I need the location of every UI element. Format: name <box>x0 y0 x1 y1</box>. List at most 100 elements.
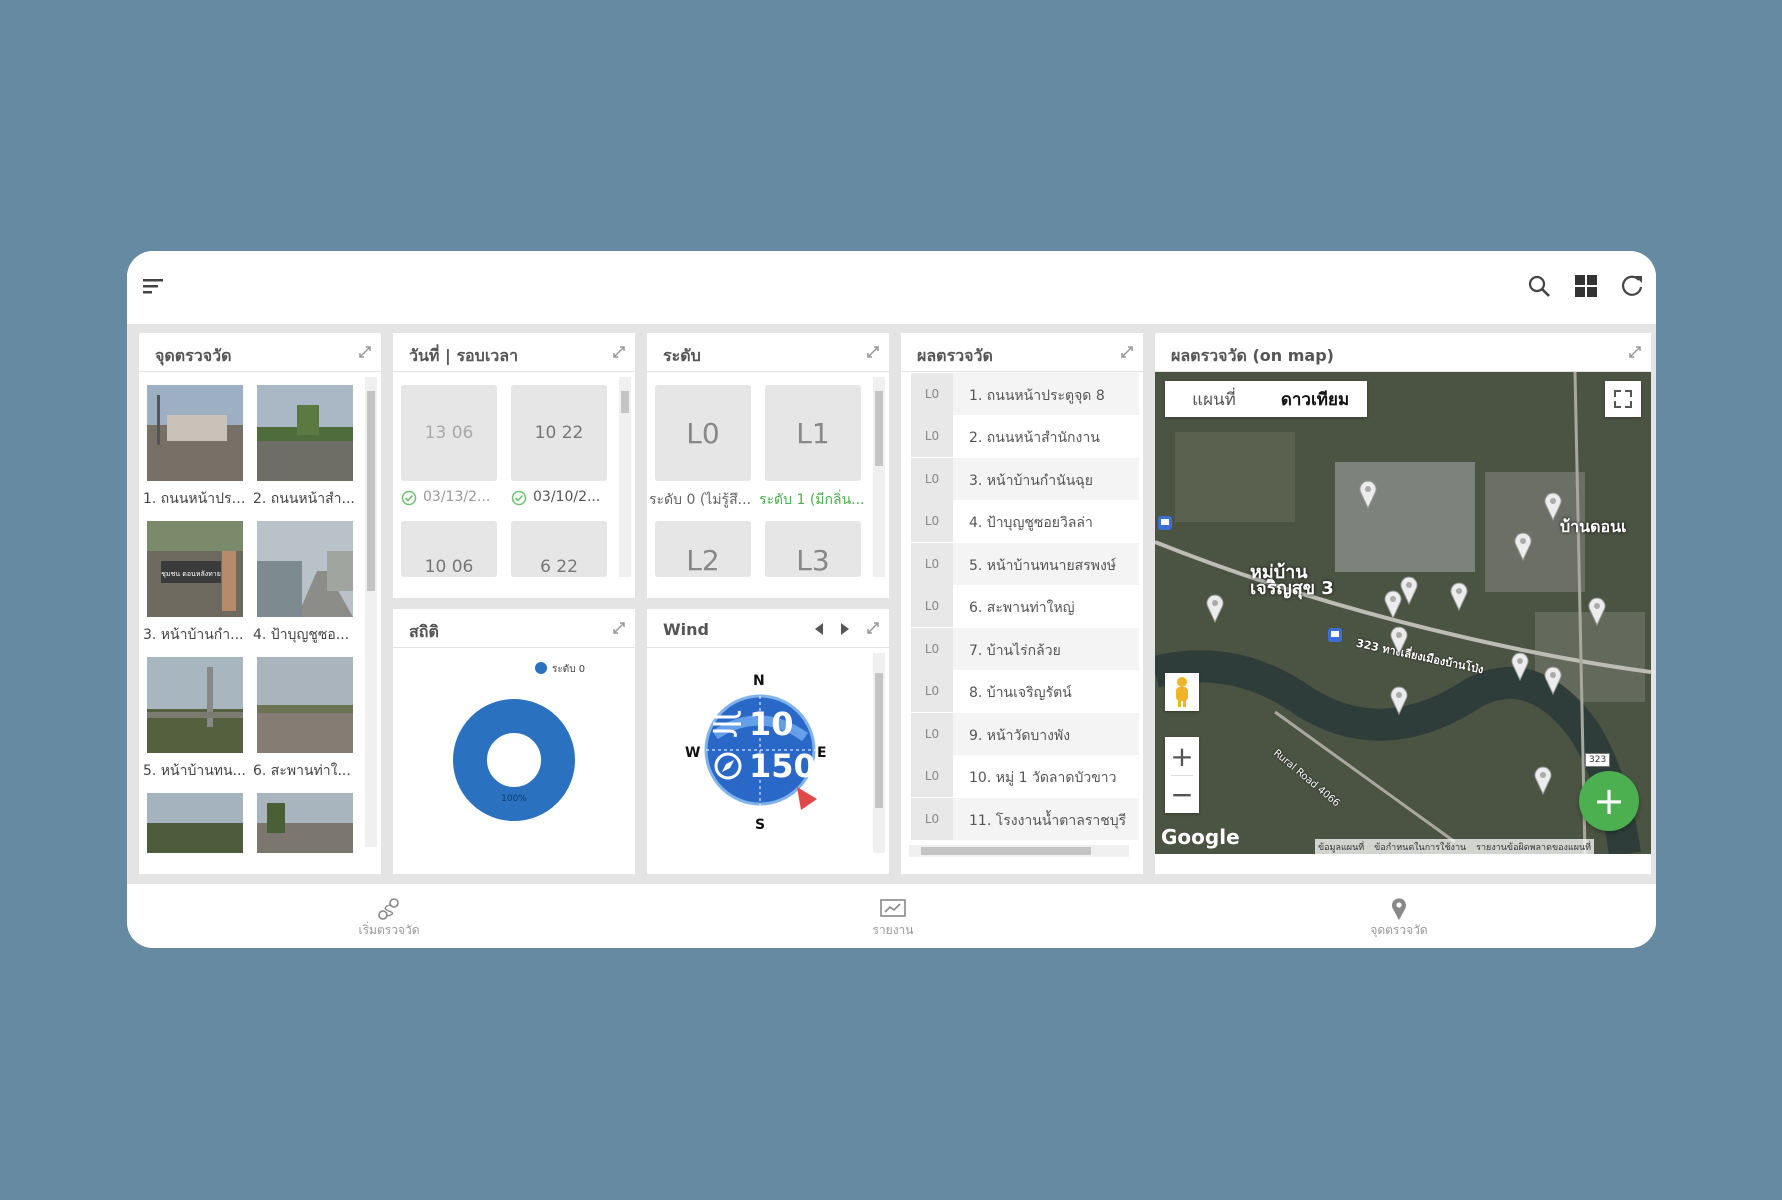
map-marker-icon[interactable] <box>1513 531 1533 561</box>
result-name: 3. หน้าบ้านกำนันฉุย <box>969 473 1094 489</box>
result-row[interactable]: L0 10. หมู่ 1 วัดลาดบัวขาว <box>911 755 1139 797</box>
horizontal-scrollbar[interactable] <box>909 845 1129 857</box>
photo-thumbnail[interactable] <box>147 657 243 753</box>
panel-results: ผลตรวจวัด L0 1. ถนนหน้าประตูจุด 8 L0 2. ถน… <box>901 333 1143 874</box>
expand-icon[interactable] <box>1119 344 1135 360</box>
zoom-out-button[interactable]: − <box>1165 775 1199 813</box>
expand-icon[interactable] <box>1627 344 1643 360</box>
map-marker-icon[interactable] <box>1449 581 1469 611</box>
map-data-link[interactable]: ข้อมูลแผนที่ <box>1318 840 1364 854</box>
report-error-link[interactable]: รายงานข้อผิดพลาดของแผนที่ <box>1476 840 1591 854</box>
map-marker-icon[interactable] <box>1543 665 1563 695</box>
scrollbar[interactable] <box>873 653 885 853</box>
result-row[interactable]: L0 2. ถนนหน้าสำนักงาน <box>911 415 1139 457</box>
result-row[interactable]: L0 5. หน้าบ้านทนายสรพงษ์ <box>911 543 1139 585</box>
photo-thumbnail[interactable] <box>147 793 243 853</box>
transit-icon <box>1328 628 1342 642</box>
panel-datetime: วันที่ | รอบเวลา 13 06 10 22 03/13/2... … <box>393 333 635 598</box>
level-tile[interactable]: L2 <box>655 521 751 577</box>
result-row[interactable]: L0 1. ถนนหน้าประตูจุด 8 <box>911 373 1139 415</box>
result-row[interactable]: L0 7. บ้านไร่กล้วย <box>911 628 1139 670</box>
map-marker-icon[interactable] <box>1389 625 1409 655</box>
zoom-control: + − <box>1165 737 1199 813</box>
scrollbar[interactable] <box>365 377 377 847</box>
result-row[interactable]: L0 6. สะพานท่าใหญ่ <box>911 585 1139 627</box>
prev-arrow-icon[interactable] <box>814 623 824 635</box>
compass-e: E <box>817 745 827 761</box>
scrollbar[interactable] <box>873 377 885 577</box>
wind-direction-value: 150 <box>749 747 816 785</box>
route-badge: 323 <box>1585 753 1611 767</box>
level-tile[interactable]: L0 <box>655 385 751 481</box>
photo-caption: 3. หน้าบ้านกำ... <box>143 627 244 643</box>
scrollbar[interactable] <box>619 377 631 577</box>
map-marker-icon[interactable] <box>1358 479 1378 509</box>
nav-report[interactable]: รายงาน <box>833 921 953 940</box>
expand-icon[interactable] <box>611 344 627 360</box>
time-tile[interactable]: 10 06 <box>401 521 497 577</box>
date-label: 03/13/2... <box>423 489 491 505</box>
result-row[interactable]: L0 11. โรงงานน้ำตาลราชบุรี <box>911 798 1139 840</box>
terms-link[interactable]: ข้อกำหนดในการใช้งาน <box>1374 840 1466 854</box>
map-marker-icon[interactable] <box>1543 491 1563 521</box>
street-view-button[interactable] <box>1165 673 1199 711</box>
map-marker-icon[interactable] <box>1383 589 1403 619</box>
menu-icon[interactable] <box>143 277 165 295</box>
time-tile[interactable]: 13 06 <box>401 385 497 481</box>
result-row[interactable]: L0 9. หน้าวัดบางพัง <box>911 713 1139 755</box>
photo-thumbnail[interactable] <box>147 385 243 481</box>
time-tile[interactable]: 10 22 <box>511 385 607 481</box>
refresh-icon[interactable] <box>1619 273 1645 299</box>
satellite-map[interactable] <box>1155 372 1651 854</box>
wind-speed-icon <box>713 710 741 737</box>
photo-thumbnail[interactable] <box>257 793 353 853</box>
photo-caption: 6. สะพานท่าใ... <box>253 763 351 779</box>
photo-thumbnail[interactable]: ชุมชน ดอนหลังทาย <box>147 521 243 617</box>
panel-title: วันที่ | รอบเวลา <box>409 346 519 365</box>
map-marker-icon[interactable] <box>1510 651 1530 681</box>
map-marker-icon[interactable] <box>1587 596 1607 626</box>
panel-wind: Wind N S E W 10 150 <box>647 609 889 874</box>
expand-icon[interactable] <box>357 344 373 360</box>
photo-caption: 5. หน้าบ้านทน... <box>143 763 246 779</box>
location-pin-icon[interactable] <box>1390 897 1408 921</box>
nav-points[interactable]: จุดตรวจวัด <box>1339 921 1459 940</box>
wind-direction-icon <box>714 752 742 780</box>
map-marker-icon[interactable] <box>1533 765 1553 795</box>
photo-caption: 2. ถนนหน้าสำ... <box>253 491 355 507</box>
next-arrow-icon[interactable] <box>840 623 850 635</box>
zoom-in-button[interactable]: + <box>1165 737 1199 775</box>
fullscreen-button[interactable] <box>1605 381 1641 417</box>
map-marker-icon[interactable] <box>1205 593 1225 623</box>
expand-icon[interactable] <box>865 344 881 360</box>
panel-title: จุดตรวจวัด <box>155 346 232 365</box>
pegman-icon <box>1176 677 1188 707</box>
result-row[interactable]: L0 8. บ้านเจริญรัตน์ <box>911 670 1139 712</box>
expand-icon[interactable] <box>611 620 627 636</box>
time-tile[interactable]: 6 22 <box>511 521 607 577</box>
result-row[interactable]: L0 3. หน้าบ้านกำนันฉุย <box>911 458 1139 500</box>
search-icon[interactable] <box>1527 274 1551 298</box>
level-tile[interactable]: L3 <box>765 521 861 577</box>
level-tile[interactable]: L1 <box>765 385 861 481</box>
map-marker-icon[interactable] <box>1389 685 1409 715</box>
result-row[interactable]: L0 4. ป้าบุญชูซอยวิลล่า <box>911 500 1139 542</box>
map-footer: ข้อมูลแผนที่ ข้อกำหนดในการใช้งาน รายงานข… <box>1315 839 1595 855</box>
photo-thumbnail[interactable] <box>257 521 353 617</box>
photo-thumbnail[interactable] <box>257 385 353 481</box>
level-badge: L0 <box>911 798 953 840</box>
photo-thumbnail[interactable] <box>257 657 353 753</box>
expand-icon[interactable] <box>865 620 881 636</box>
report-icon[interactable] <box>879 898 907 920</box>
satellite-tab[interactable]: ดาวเทียม <box>1263 381 1367 417</box>
grid-view-icon[interactable] <box>1575 275 1597 297</box>
result-name: 8. บ้านเจริญรัตน์ <box>969 685 1072 701</box>
route-icon[interactable] <box>377 898 401 920</box>
level-badge: L0 <box>911 373 953 415</box>
map-tab[interactable]: แผนที่ <box>1165 381 1263 417</box>
panel-map: ผลตรวจวัด (on map) แผนที่ ดาวเทียม หมู่บ… <box>1155 333 1651 874</box>
nav-start-measure[interactable]: เริ่มตรวจวัด <box>329 921 449 940</box>
result-name: 1. ถนนหน้าประตูจุด 8 <box>969 388 1105 404</box>
compass-s: S <box>755 817 766 833</box>
add-fab-button[interactable]: + <box>1579 771 1639 831</box>
